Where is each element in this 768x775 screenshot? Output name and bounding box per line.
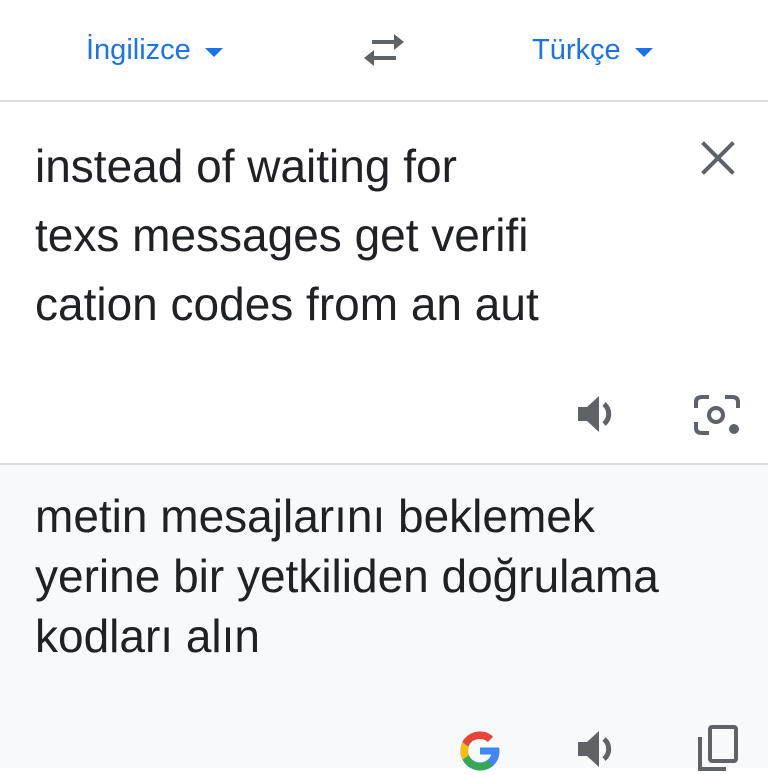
language-bar: İngilizce Türkçe bbox=[0, 0, 768, 102]
copy-icon[interactable] bbox=[694, 723, 740, 773]
translation-text: metin mesajlarını beklemek yerine bir ye… bbox=[35, 490, 659, 662]
swap-languages-icon[interactable] bbox=[360, 30, 408, 70]
source-language-selector[interactable]: İngilizce bbox=[86, 28, 223, 72]
source-language-label: İngilizce bbox=[86, 33, 191, 66]
source-text-panel: instead of waiting for texs messages get… bbox=[0, 102, 768, 463]
target-language-label: Türkçe bbox=[532, 33, 621, 66]
caret-down-icon bbox=[204, 47, 223, 57]
close-icon[interactable] bbox=[696, 136, 740, 180]
caret-down-icon bbox=[634, 47, 653, 57]
camera-icon[interactable] bbox=[692, 392, 742, 438]
volume-icon[interactable] bbox=[574, 727, 622, 771]
translation-result-panel: metin mesajlarını beklemek yerine bir ye… bbox=[0, 465, 768, 771]
volume-icon[interactable] bbox=[574, 392, 622, 436]
source-text-input[interactable]: instead of waiting for texs messages get… bbox=[35, 132, 655, 339]
target-language-selector[interactable]: Türkçe bbox=[532, 28, 653, 72]
